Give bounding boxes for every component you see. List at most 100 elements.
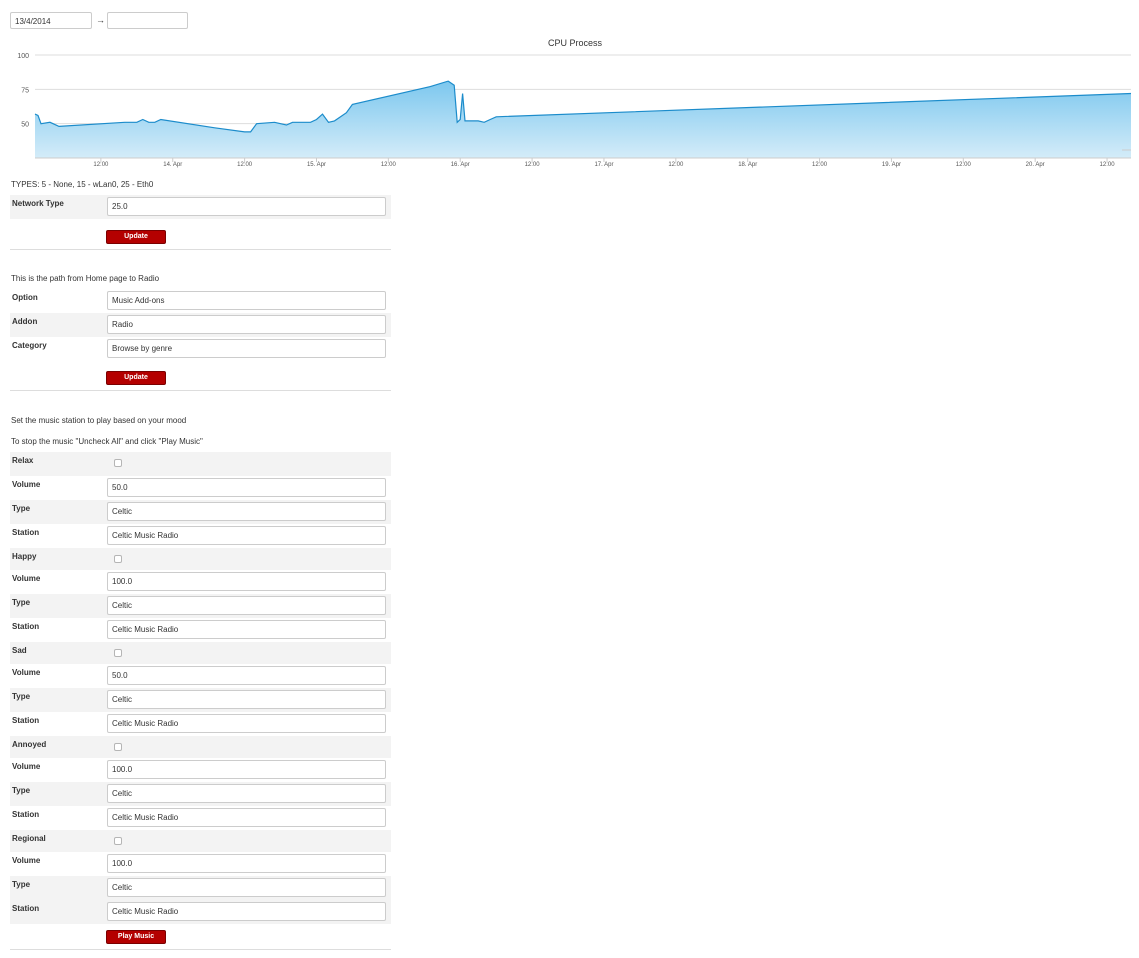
volume-row: Volume 100.0 [10, 570, 391, 594]
type-label: Type [12, 598, 31, 607]
volume-row: Volume 100.0 [10, 758, 391, 782]
path-row-category: Category Browse by genre [10, 337, 391, 361]
mood-name-label: Happy [12, 552, 37, 561]
relax-checkbox[interactable] [114, 459, 122, 467]
path-caption: This is the path from Home page to Radio [11, 274, 160, 283]
option-input[interactable]: Music Add-ons [107, 291, 386, 310]
happy-type-input[interactable]: Celtic [107, 596, 386, 615]
category-label: Category [12, 341, 47, 350]
type-label: Type [12, 504, 31, 513]
option-label: Option [12, 293, 38, 302]
relax-station-input[interactable]: Celtic Music Radio [107, 526, 386, 545]
x-tick-label: 20. Apr [1026, 162, 1045, 168]
volume-label: Volume [12, 668, 41, 677]
happy-station-input[interactable]: Celtic Music Radio [107, 620, 386, 639]
mood-name-label: Relax [12, 456, 34, 465]
annoyed-type-input[interactable]: Celtic [107, 784, 386, 803]
annoyed-checkbox[interactable] [114, 743, 122, 751]
station-label: Station [12, 716, 40, 725]
happy-volume-input[interactable]: 100.0 [107, 572, 386, 591]
addon-label: Addon [12, 317, 38, 326]
station-label: Station [12, 810, 40, 819]
date-to-input[interactable] [107, 12, 188, 29]
type-row: Type Celtic [10, 688, 391, 712]
y-tick-label: 50 [21, 122, 29, 129]
volume-label: Volume [12, 574, 41, 583]
station-label: Station [12, 528, 40, 537]
network-type-label: Network Type [12, 199, 64, 208]
network-type-input[interactable]: 25.0 [107, 197, 386, 216]
date-from-input[interactable]: 13/4/2014 [10, 12, 92, 29]
relax-type-input[interactable]: Celtic [107, 502, 386, 521]
stop-music-caption: To stop the music "Uncheck All" and clic… [11, 437, 203, 446]
station-label: Station [12, 622, 40, 631]
path-update-button[interactable]: Update [106, 371, 166, 385]
station-row: Station Celtic Music Radio [10, 524, 391, 548]
mood-row-relax: Relax [10, 452, 391, 476]
x-tick-label: 14. Apr [163, 162, 182, 168]
regional-volume-input[interactable]: 100.0 [107, 854, 386, 873]
section-divider [10, 949, 391, 950]
mood-name-label: Sad [12, 646, 27, 655]
section-divider [10, 390, 391, 391]
network-form: Network Type 25.0 [10, 195, 391, 219]
chart-title: CPU Process [548, 38, 603, 48]
x-tick-label: 12:00 [381, 162, 397, 168]
network-update-button[interactable]: Update [106, 230, 166, 244]
station-row: Station Celtic Music Radio [10, 712, 391, 736]
x-tick-label: 12:00 [1100, 162, 1116, 168]
sad-type-input[interactable]: Celtic [107, 690, 386, 709]
mood-name-label: Regional [12, 834, 46, 843]
type-label: Type [12, 786, 31, 795]
station-label: Station [12, 904, 40, 913]
y-tick-label: 75 [21, 87, 29, 94]
station-row: Station Celtic Music Radio [10, 900, 391, 924]
volume-label: Volume [12, 762, 41, 771]
type-label: Type [12, 692, 31, 701]
type-row: Type Celtic [10, 500, 391, 524]
x-tick-label: 18. Apr [738, 162, 757, 168]
path-form: Option Music Add-ons Addon Radio Categor… [10, 289, 391, 361]
volume-label: Volume [12, 480, 41, 489]
mood-row-regional: Regional [10, 830, 391, 852]
mood-name-label: Annoyed [12, 740, 47, 749]
cpu-process-chart: CPU Process 50 75 100 12:00 14. Apr 12:00 15.… [0, 34, 1139, 174]
y-tick-label: 100 [17, 53, 29, 60]
play-music-button[interactable]: Play Music [106, 930, 166, 944]
sad-checkbox[interactable] [114, 649, 122, 657]
mood-row-annoyed: Annoyed [10, 736, 391, 758]
x-tick-label: 12:00 [93, 162, 109, 168]
relax-volume-input[interactable]: 50.0 [107, 478, 386, 497]
x-tick-label: 15. Apr [307, 162, 326, 168]
volume-row: Volume 100.0 [10, 852, 391, 876]
station-row: Station Celtic Music Radio [10, 618, 391, 642]
type-row: Type Celtic [10, 594, 391, 618]
mood-row-sad: Sad [10, 642, 391, 664]
regional-type-input[interactable]: Celtic [107, 878, 386, 897]
addon-input[interactable]: Radio [107, 315, 386, 334]
x-tick-label: 12:00 [237, 162, 253, 168]
path-row-addon: Addon Radio [10, 313, 391, 337]
chart-area [35, 81, 1131, 158]
regional-station-input[interactable]: Celtic Music Radio [107, 902, 386, 921]
annoyed-station-input[interactable]: Celtic Music Radio [107, 808, 386, 827]
x-tick-label: 12:00 [525, 162, 541, 168]
volume-row: Volume 50.0 [10, 664, 391, 688]
type-row: Type Celtic [10, 876, 391, 900]
regional-checkbox[interactable] [114, 837, 122, 845]
happy-checkbox[interactable] [114, 555, 122, 563]
x-tick-label: 17. Apr [594, 162, 613, 168]
mood-caption: Set the music station to play based on y… [11, 416, 187, 425]
annoyed-volume-input[interactable]: 100.0 [107, 760, 386, 779]
sad-station-input[interactable]: Celtic Music Radio [107, 714, 386, 733]
sad-volume-input[interactable]: 50.0 [107, 666, 386, 685]
date-range-arrow: → [96, 15, 105, 25]
x-tick-label: 16. Apr [451, 162, 470, 168]
network-type-row: Network Type 25.0 [10, 195, 391, 219]
section-divider [10, 249, 391, 250]
types-caption: TYPES: 5 - None, 15 - wLan0, 25 - Eth0 [11, 180, 154, 189]
category-input[interactable]: Browse by genre [107, 339, 386, 358]
station-row: Station Celtic Music Radio [10, 806, 391, 830]
mood-form: Relax Volume 50.0 Type Celtic Station Ce… [10, 452, 391, 924]
mood-row-happy: Happy [10, 548, 391, 570]
